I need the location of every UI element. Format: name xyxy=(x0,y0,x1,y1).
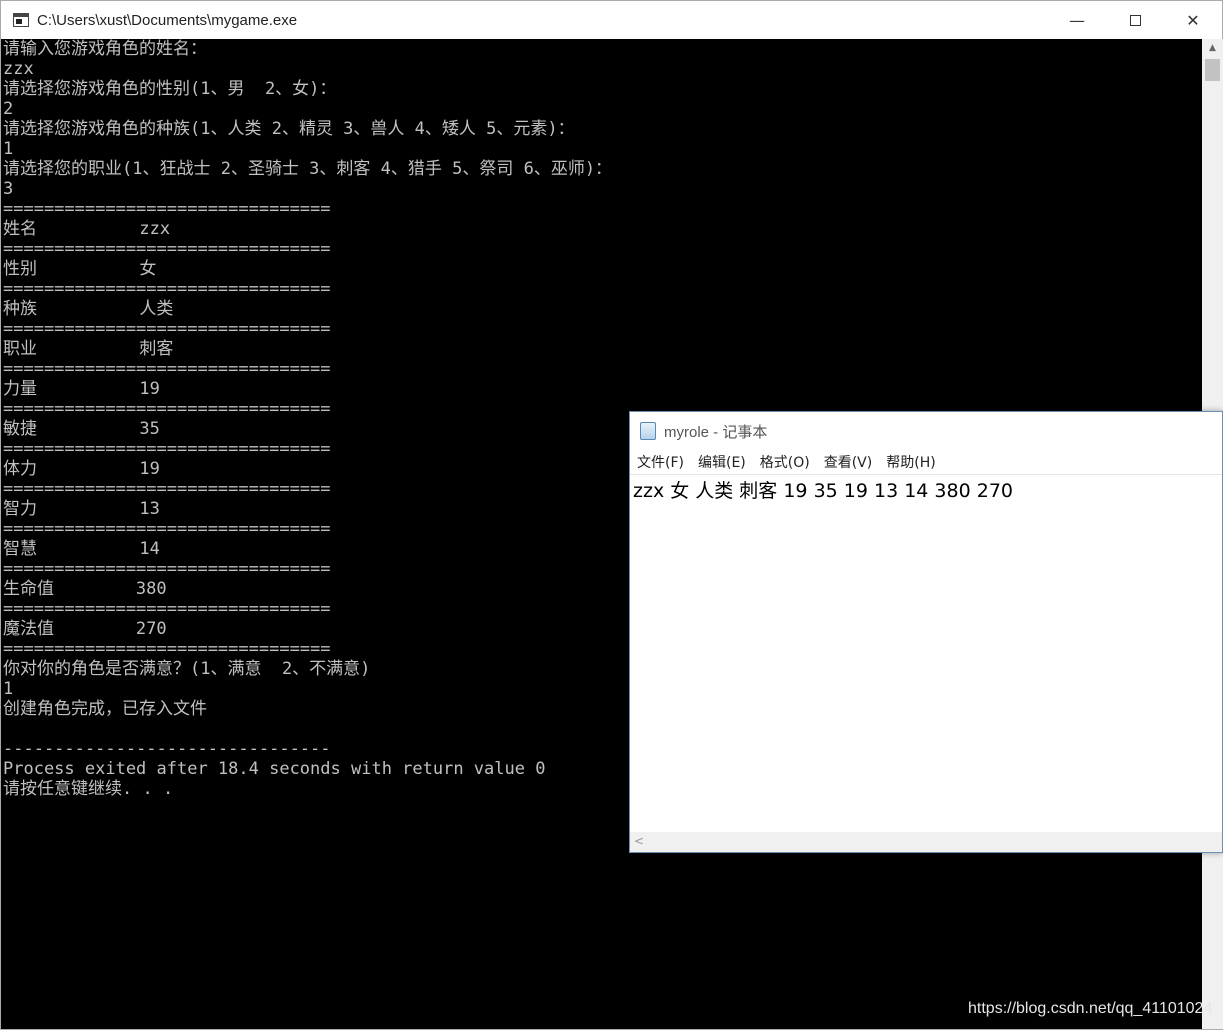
console-line: -------------------------------- xyxy=(3,739,331,759)
console-line: ================================ xyxy=(3,279,331,299)
console-line: ================================ xyxy=(3,479,331,499)
console-line: ================================ xyxy=(3,359,331,379)
console-line: 体力 19 xyxy=(3,459,160,479)
console-line: 魔法值 270 xyxy=(3,619,167,639)
maximize-icon xyxy=(1129,14,1141,26)
console-line: ================================ xyxy=(3,519,331,539)
maximize-button[interactable] xyxy=(1106,1,1164,39)
minimize-icon: — xyxy=(1069,10,1085,30)
menu-help[interactable]: 帮助(H) xyxy=(879,452,942,474)
console-line: 创建角色完成，已存入文件 xyxy=(3,699,207,719)
console-line: 你对你的角色是否满意？(1、满意 2、不满意) xyxy=(3,659,371,679)
menu-divider xyxy=(630,474,1222,475)
console-line: 请输入您游戏角色的姓名： xyxy=(3,39,207,59)
notepad-horizontal-scrollbar[interactable]: < xyxy=(630,832,1222,852)
watermark: https://blog.csdn.net/qq_41101024 xyxy=(968,1000,1213,1017)
close-icon: ✕ xyxy=(1186,10,1200,30)
console-line: 种族 人类 xyxy=(3,299,174,319)
console-line: 敏捷 35 xyxy=(3,419,160,439)
notepad-icon xyxy=(640,422,656,440)
console-line: 智慧 14 xyxy=(3,539,160,559)
console-line: Process exited after 18.4 seconds with r… xyxy=(3,759,546,779)
console-line: 姓名 zzx xyxy=(3,219,171,239)
console-line: 1 xyxy=(3,679,14,699)
menu-file[interactable]: 文件(F) xyxy=(630,452,691,474)
console-lines: 请输入您游戏角色的姓名： zzx 请选择您游戏角色的性别(1、男 2、女)： 2 请选择… xyxy=(3,39,612,799)
notepad-text-area[interactable]: zzx 女 人类 刺客 19 35 19 13 14 380 270 xyxy=(633,476,1013,503)
console-app-icon xyxy=(13,13,29,27)
console-line: 请按任意键继续. . . xyxy=(3,779,174,799)
notepad-window: myrole - 记事本 文件(F) 编辑(E) 格式(O) 查看(V) 帮助(… xyxy=(629,411,1223,853)
menu-view[interactable]: 查看(V) xyxy=(817,452,880,474)
console-title: C:\Users\xust\Documents\mygame.exe xyxy=(37,11,298,29)
scroll-up-icon[interactable]: ▲ xyxy=(1202,39,1223,57)
console-line: 1 xyxy=(3,139,14,159)
window-controls: — ✕ xyxy=(1048,1,1222,39)
menu-edit[interactable]: 编辑(E) xyxy=(691,452,753,474)
console-line: ================================ xyxy=(3,239,331,259)
console-line: ================================ xyxy=(3,559,331,579)
console-line: zzx xyxy=(3,59,34,79)
notepad-title: myrole - 记事本 xyxy=(664,423,768,441)
console-line: ================================ xyxy=(3,599,331,619)
menu-format[interactable]: 格式(O) xyxy=(753,452,817,474)
console-line: 请选择您的职业(1、狂战士 2、圣骑士 3、刺客 4、猎手 5、祭司 6、巫师)… xyxy=(3,159,613,179)
scroll-left-icon[interactable]: < xyxy=(634,834,644,848)
console-line: 性别 女 xyxy=(3,259,157,279)
console-line: ================================ xyxy=(3,199,331,219)
console-line: 智力 13 xyxy=(3,499,160,519)
console-line: 职业 刺客 xyxy=(3,339,174,359)
console-line: 2 xyxy=(3,99,14,119)
close-button[interactable]: ✕ xyxy=(1164,1,1222,39)
console-line: ================================ xyxy=(3,439,331,459)
console-line: 请选择您游戏角色的性别(1、男 2、女)： xyxy=(3,79,337,99)
console-line: ================================ xyxy=(3,399,331,419)
minimize-button[interactable]: — xyxy=(1048,1,1106,39)
console-title-bar[interactable]: C:\Users\xust\Documents\mygame.exe — ✕ xyxy=(1,1,1222,39)
console-line: 3 xyxy=(3,179,14,199)
notepad-title-bar[interactable]: myrole - 记事本 xyxy=(630,412,1222,450)
console-line: ================================ xyxy=(3,319,331,339)
console-line: 请选择您游戏角色的种族(1、人类 2、精灵 3、兽人 4、矮人 5、元素)： xyxy=(3,119,575,139)
notepad-menu-bar: 文件(F) 编辑(E) 格式(O) 查看(V) 帮助(H) xyxy=(630,452,943,474)
console-line: 生命值 380 xyxy=(3,579,167,599)
scroll-thumb[interactable] xyxy=(1205,59,1220,81)
console-line: ================================ xyxy=(3,639,331,659)
console-line: 力量 19 xyxy=(3,379,160,399)
